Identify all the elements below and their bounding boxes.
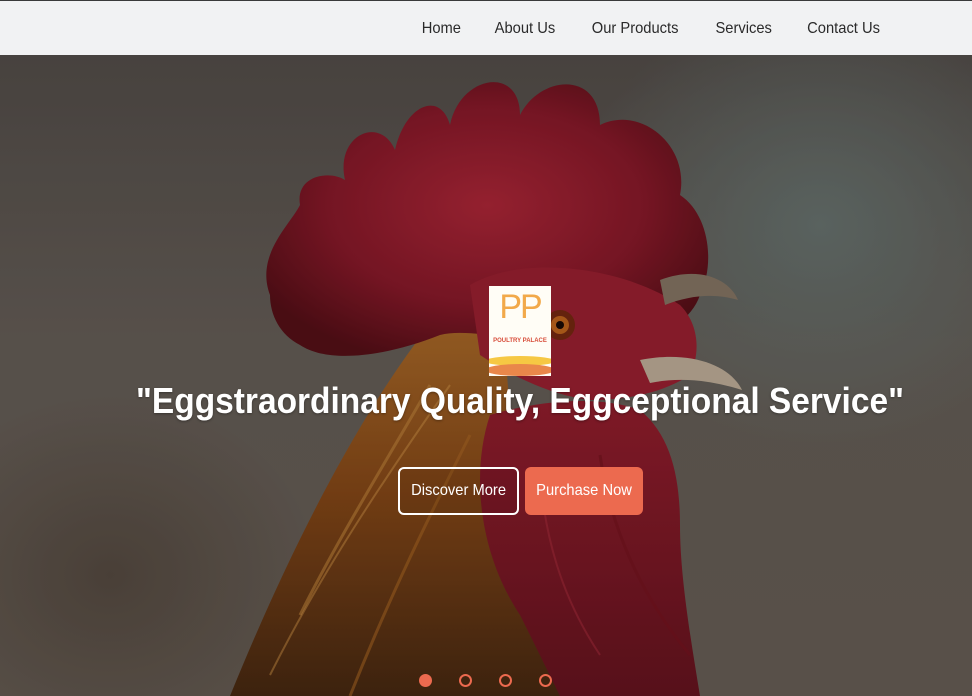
carousel-indicators — [419, 674, 579, 687]
discover-more-button[interactable]: Discover More — [398, 467, 519, 515]
nav-links: Home About Us Our Products Services Cont… — [390, 1, 883, 56]
carousel-dot-1[interactable] — [419, 674, 432, 687]
nav-link-home[interactable]: Home — [421, 20, 460, 38]
carousel-dot-4[interactable] — [539, 674, 552, 687]
carousel-dot-3[interactable] — [499, 674, 512, 687]
purchase-now-button[interactable]: Purchase Now — [525, 467, 643, 515]
poultry-palace-logo: PP POULTRY PALACE — [489, 286, 551, 376]
nav-link-services[interactable]: Services — [715, 20, 771, 38]
purchase-now-label: Purchase Now — [536, 482, 632, 499]
discover-more-label: Discover More — [411, 482, 506, 499]
logo-wave-orange — [489, 364, 551, 376]
carousel-dot-2[interactable] — [459, 674, 472, 687]
nav-link-contact-us[interactable]: Contact Us — [807, 20, 880, 38]
logo-letters: PP — [499, 288, 542, 326]
hero-overlay — [0, 55, 972, 696]
hero-banner: PP POULTRY PALACE "Eggstraordinary Quali… — [0, 55, 972, 696]
nav-link-about-us[interactable]: About Us — [495, 20, 556, 38]
logo-subtitle: POULTRY PALACE — [493, 338, 547, 344]
nav-link-our-products[interactable]: Our Products — [592, 20, 679, 38]
navbar: Home About Us Our Products Services Cont… — [0, 0, 972, 55]
hero-tagline: "Eggstraordinary Quality, Eggceptional S… — [136, 380, 904, 421]
